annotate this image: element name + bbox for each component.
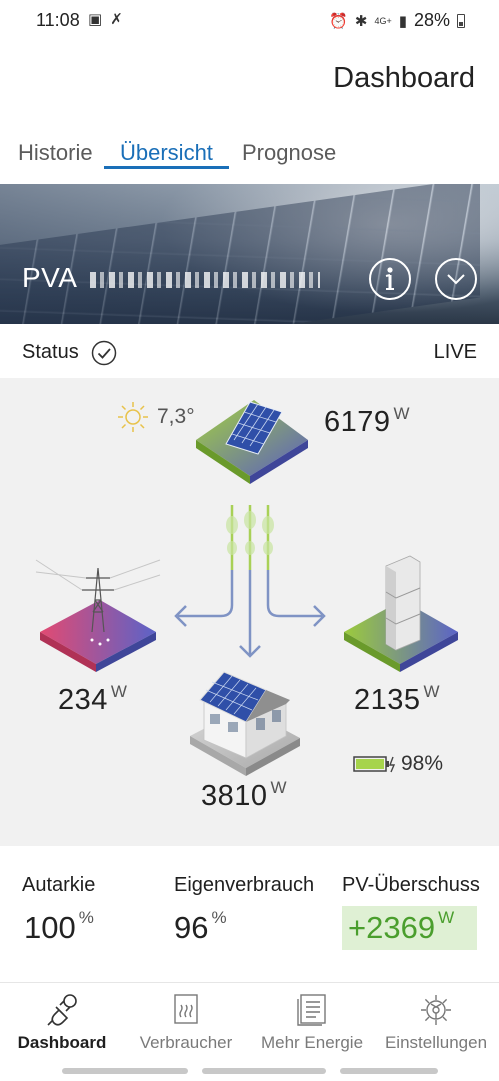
heater-icon [174,994,198,1024]
network-type: 4G+ [374,15,392,26]
nav-einstellungen[interactable]: Einstellungen [384,983,488,1063]
house-platform-icon [190,671,300,776]
nav-dashboard-label: Dashboard [17,1033,107,1052]
flow-arrows [174,570,326,658]
tab-prognose[interactable]: Prognose [242,130,336,166]
grid-platform-icon [35,559,161,672]
temperature: 7,3° [157,405,195,428]
tab-bar: Historie Übersicht Prognose [0,130,499,184]
plant-banner: PVA [0,184,499,324]
alarm-icon: ⏰ [329,12,348,30]
page-title: Dashboard [333,62,475,94]
pv-ueberschuss-label: PV-Überschuss [342,874,480,896]
autarkie-label: Autarkie [22,874,96,896]
tab-uebersicht[interactable]: Übersicht [104,130,229,169]
nav-mehr-energie-label: Mehr Energie [260,1033,364,1052]
weather: 7,3° [115,399,195,435]
battery-charge-percent: 98% [401,752,444,775]
expand-button[interactable] [435,258,477,300]
plant-name-redacted [90,272,320,288]
bluetooth-icon: ✱ [354,12,368,30]
tab-historie[interactable]: Historie [18,130,93,166]
battery-charging-icon [353,756,396,773]
eigenverbrauch-label: Eigenverbrauch [174,874,315,896]
info-icon [385,267,394,290]
home-indicator-right [340,1068,438,1074]
nav-verbraucher-label: Verbraucher [139,1033,233,1052]
pv-ueberschuss-value: +2369 W [348,908,455,945]
plug-icon [47,994,77,1026]
gear-icon [421,995,451,1025]
status-label: Status [22,341,79,363]
nav-mehr-energie[interactable]: Mehr Energie [256,983,368,1063]
signal-icon: ▮ [398,12,407,30]
pv-platform-icon [196,400,308,484]
status-row: Status LIVE [0,324,499,378]
clock: 11:08 [36,10,80,30]
autarkie-value: 100% [24,908,94,945]
gallery-icon: ▣ [88,11,103,28]
live-label: LIVE [433,341,477,363]
chevron-down-icon [447,274,465,285]
battery-platform-icon [344,555,458,672]
battery-icon [457,13,465,28]
battery-charge: 98% [353,752,443,776]
nav-dashboard[interactable]: Dashboard [14,983,110,1063]
home-indicator-left [62,1068,188,1074]
battery-power: 2135 W [354,682,441,716]
status-bar: 11:08 ▣ ✗ ⏰ ✱ 4G+ ▮ 28% [0,0,499,40]
pv-power: 6179 W [324,404,411,438]
nav-verbraucher[interactable]: Verbraucher [136,983,236,1063]
home-indicator-center [202,1068,326,1074]
grid-power: 234 W [58,682,128,716]
eigenverbrauch-value: 96% [174,908,227,945]
document-icon [297,994,326,1026]
plant-name: PVA [22,262,78,293]
house-power: 3810 W [201,778,288,812]
battery-percent: 28% [413,10,450,30]
status-ok-icon [91,340,117,366]
info-button[interactable] [369,258,411,300]
app-notification-icon: ✗ [110,11,123,28]
bottom-navigation: Dashboard Verbraucher Mehr Energie Einst… [0,982,499,1081]
sun-icon [118,402,148,432]
nav-einstellungen-label: Einstellungen [384,1033,488,1052]
